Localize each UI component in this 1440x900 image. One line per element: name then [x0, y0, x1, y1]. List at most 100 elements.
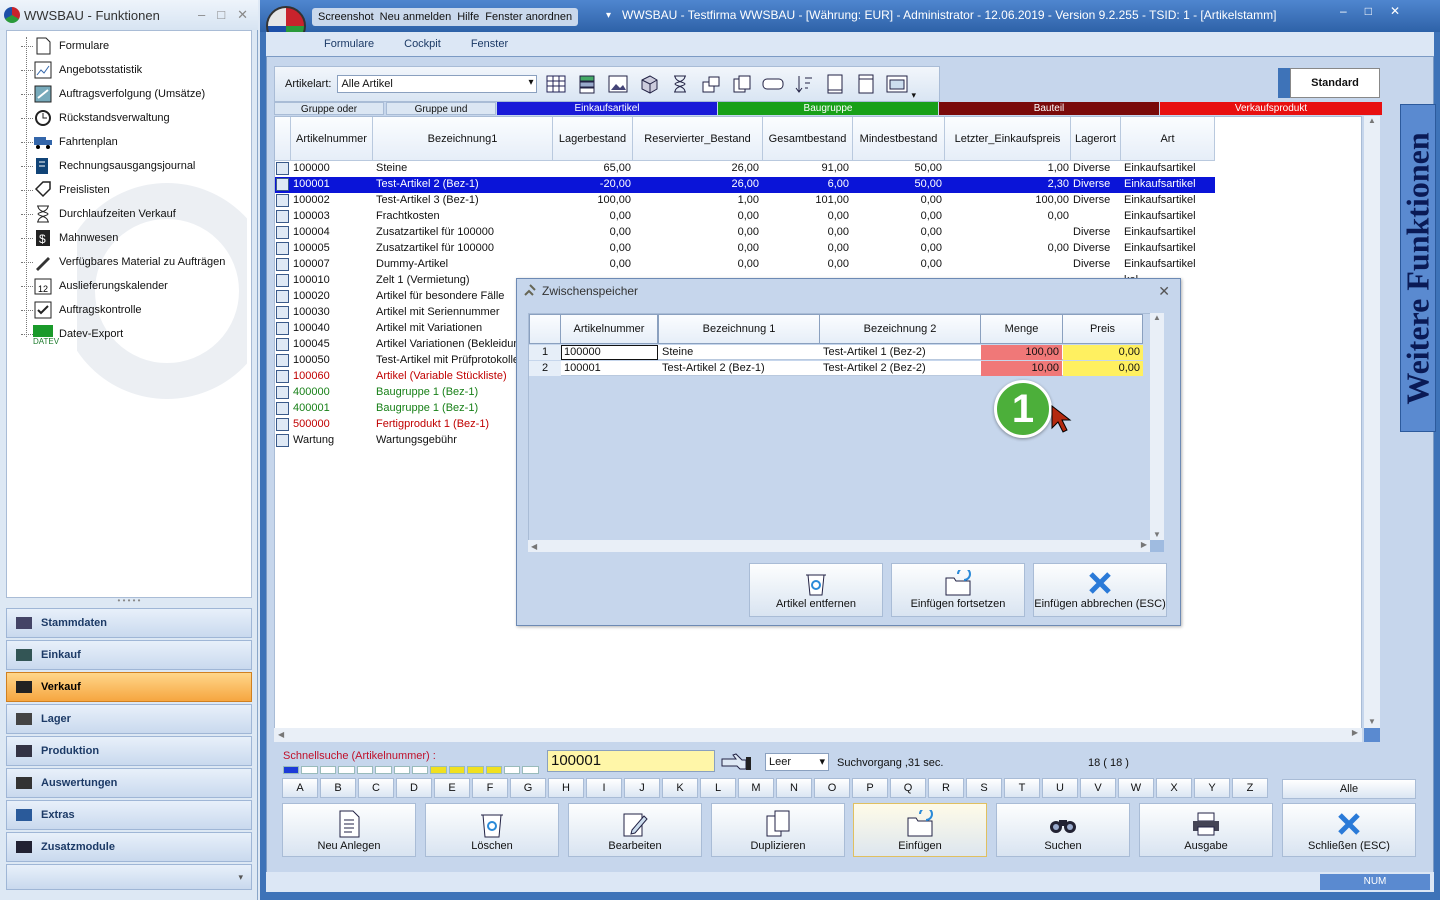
- quick-access-dropdown-icon[interactable]: ▾: [606, 10, 611, 21]
- letter-filter-s[interactable]: S: [966, 778, 1002, 798]
- filter-gruppe-oder[interactable]: Gruppe oder: [274, 102, 384, 115]
- document-copy-icon[interactable]: [730, 73, 754, 95]
- edit-row-icon[interactable]: [276, 258, 289, 271]
- letter-filter-h[interactable]: H: [548, 778, 584, 798]
- scroll-down-icon[interactable]: ▼: [1364, 717, 1380, 726]
- letter-filter-d[interactable]: D: [396, 778, 432, 798]
- letter-filter-m[interactable]: M: [738, 778, 774, 798]
- menu-formulare[interactable]: Formulare: [324, 38, 374, 50]
- nav-overflow-button[interactable]: ▾: [6, 864, 252, 890]
- letter-filter-t[interactable]: T: [1004, 778, 1040, 798]
- clipboard-cell-1[interactable]: 100001: [561, 361, 658, 376]
- edit-row-icon[interactable]: [276, 434, 289, 447]
- minimize-button[interactable]: –: [1340, 4, 1347, 18]
- tree-item-datev-export[interactable]: Datev-Export: [7, 323, 123, 345]
- clipboard-cell-3[interactable]: Test-Artikel 1 (Bez-2): [820, 345, 980, 360]
- letter-filter-i[interactable]: I: [586, 778, 622, 798]
- letter-filter-z[interactable]: Z: [1232, 778, 1268, 798]
- letter-filter-c[interactable]: C: [358, 778, 394, 798]
- duplizieren-button[interactable]: Duplizieren: [711, 803, 845, 857]
- scroll-up-icon[interactable]: ▲: [1364, 116, 1380, 125]
- filter-baugruppe[interactable]: Baugruppe: [718, 102, 938, 115]
- einfuegen-button[interactable]: Einfügen: [853, 803, 987, 857]
- clipboard-cell-3[interactable]: Test-Artikel 2 (Bez-2): [820, 361, 980, 376]
- tree-item-preislisten[interactable]: Preislisten: [7, 179, 110, 201]
- fenster-anordnen-link[interactable]: Fenster anordnen: [485, 11, 572, 23]
- letter-filter-j[interactable]: J: [624, 778, 660, 798]
- window-layout-icon[interactable]: [885, 73, 909, 95]
- dialog-scroll-left-icon[interactable]: ◀: [528, 542, 537, 551]
- einfuegen-abbrechen-button[interactable]: Einfügen abbrechen (ESC): [1033, 563, 1167, 617]
- edit-row-icon[interactable]: [276, 290, 289, 303]
- dialog-column-artikelnummer[interactable]: Artikelnummer: [560, 314, 658, 344]
- filter-gruppe-und[interactable]: Gruppe und: [386, 102, 496, 115]
- filter-bauteil[interactable]: Bauteil: [939, 102, 1159, 115]
- edit-row-icon[interactable]: [276, 162, 289, 175]
- edit-row-icon[interactable]: [276, 322, 289, 335]
- filter-verkaufsprodukt[interactable]: Verkaufsprodukt: [1160, 102, 1382, 115]
- tree-item-rueckstandsverwaltung[interactable]: Rückstandsverwaltung: [7, 107, 170, 129]
- standard-view-button[interactable]: Standard: [1290, 68, 1380, 98]
- letter-filter-l[interactable]: L: [700, 778, 736, 798]
- table-row[interactable]: 100002 Test-Artikel 3 (Bez-1) 100,00 1,00 10…: [275, 193, 1215, 209]
- table-row[interactable]: 100000 Steine 65,00 26,00 91,00 50,00 1,00 Dive…: [275, 161, 1215, 177]
- dialog-scroll-down-icon[interactable]: ▼: [1150, 530, 1164, 539]
- edit-row-icon[interactable]: [276, 386, 289, 399]
- close-button[interactable]: ✕: [1390, 4, 1400, 18]
- letter-filter-v[interactable]: V: [1080, 778, 1116, 798]
- table-grid-icon[interactable]: [544, 73, 568, 95]
- toolbar-overflow-icon[interactable]: ▾: [911, 90, 916, 101]
- menu-cockpit[interactable]: Cockpit: [404, 38, 441, 50]
- edit-row-icon[interactable]: [276, 210, 289, 223]
- table-row[interactable]: 100004 Zusatzartikel für 100000 0,00 0,00 0,…: [275, 225, 1215, 241]
- nav-produktion[interactable]: Produktion: [6, 736, 252, 766]
- edit-row-icon[interactable]: [276, 418, 289, 431]
- letter-filter-e[interactable]: E: [434, 778, 470, 798]
- einfuegen-fortsetzen-button[interactable]: Einfügen fortsetzen: [891, 563, 1025, 617]
- search-mode-select[interactable]: Leer: [765, 753, 829, 771]
- tree-item-auslieferungskalender[interactable]: 12 Auslieferungskalender: [7, 275, 168, 297]
- panel-minimize-button[interactable]: –: [198, 7, 205, 23]
- letter-filter-all[interactable]: Alle: [1282, 779, 1416, 799]
- table-row[interactable]: 100001 Test-Artikel 2 (Bez-1) -20,00 26,00 6…: [275, 177, 1215, 193]
- clipboard-cell-5[interactable]: 0,00: [1063, 345, 1143, 360]
- letter-filter-y[interactable]: Y: [1194, 778, 1230, 798]
- edit-row-icon[interactable]: [276, 306, 289, 319]
- nav-extras[interactable]: Extras: [6, 800, 252, 830]
- loeschen-button[interactable]: Löschen: [425, 803, 559, 857]
- letter-filter-b[interactable]: B: [320, 778, 356, 798]
- column-header-bezeichnung1[interactable]: Bezeichnung1: [373, 117, 553, 161]
- column-header-mindestbestand[interactable]: Mindestbestand: [853, 117, 945, 161]
- tree-item-rechnungsausgangsjournal[interactable]: Rechnungsausgangsjournal: [7, 155, 195, 177]
- nav-lager[interactable]: Lager: [6, 704, 252, 734]
- panel-maximize-button[interactable]: □: [217, 7, 225, 23]
- column-header-lagerbestand[interactable]: Lagerbestand: [553, 117, 633, 161]
- clipboard-row[interactable]: 2 100001 Test-Artikel 2 (Bez-1) Test-Artike…: [529, 361, 1143, 376]
- artikelart-select[interactable]: Alle Artikel: [337, 75, 538, 93]
- nav-stammdaten[interactable]: Stammdaten: [6, 608, 252, 638]
- weitere-funktionen-tab[interactable]: Weitere Funktionen: [1400, 104, 1436, 432]
- bearbeiten-button[interactable]: Bearbeiten: [568, 803, 702, 857]
- neu-anlegen-button[interactable]: Neu Anlegen: [282, 803, 416, 857]
- dialog-scroll-up-icon[interactable]: ▲: [1150, 313, 1164, 322]
- tree-item-fahrtenplan[interactable]: Fahrtenplan: [7, 131, 118, 153]
- panel-close-button[interactable]: ✕: [237, 7, 248, 23]
- edit-row-icon[interactable]: [276, 402, 289, 415]
- neu-anmelden-link[interactable]: Neu anmelden: [380, 11, 452, 23]
- clipboard-cell-2[interactable]: Steine: [659, 345, 819, 360]
- window-header-icon[interactable]: [854, 73, 878, 95]
- edit-row-icon[interactable]: [276, 370, 289, 383]
- grid-horizontal-scrollbar[interactable]: ◀ ▶: [274, 728, 1362, 742]
- column-header-gesamtbestand[interactable]: Gesamtbestand: [763, 117, 853, 161]
- letter-filter-g[interactable]: G: [510, 778, 546, 798]
- dialog-horizontal-scrollbar[interactable]: ◀ ▶: [528, 540, 1150, 552]
- table-row[interactable]: 100005 Zusatzartikel für 100000 0,00 0,00 0,…: [275, 241, 1215, 257]
- letter-filter-x[interactable]: X: [1156, 778, 1192, 798]
- database-export-icon[interactable]: [575, 73, 599, 95]
- letter-filter-o[interactable]: O: [814, 778, 850, 798]
- tree-item-mahnwesen[interactable]: $ Mahnwesen: [7, 227, 118, 249]
- box-stack-icon[interactable]: [699, 73, 723, 95]
- scroll-left-icon[interactable]: ◀: [274, 730, 284, 739]
- pointing-hand-icon[interactable]: [720, 750, 754, 772]
- clipboard-cell-1[interactable]: 100000: [561, 345, 658, 360]
